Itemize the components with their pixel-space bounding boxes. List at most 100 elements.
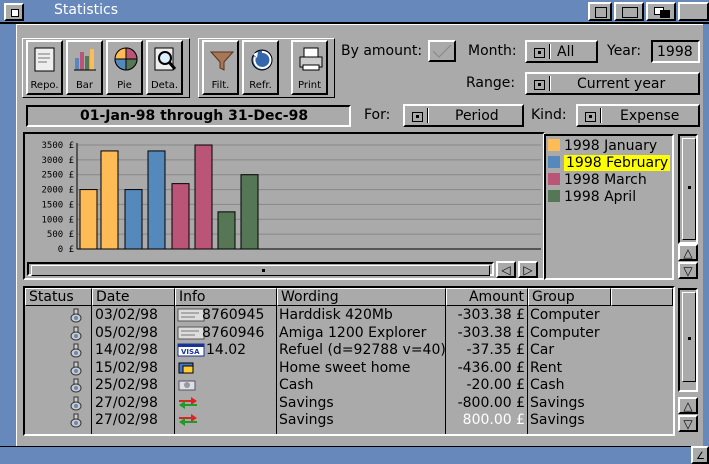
- refresh-button[interactable]: Refr.: [242, 40, 279, 95]
- table-row[interactable]: 25/02/98 Cash -20.00 £ Cash: [25, 377, 673, 394]
- column-header-wording[interactable]: Wording: [277, 288, 446, 306]
- legend-scroll-knob[interactable]: [682, 138, 696, 240]
- legend-panel: 1998 January 1998 February 1998 March 1998 …: [544, 134, 674, 280]
- bar-1998-april[interactable]: [240, 174, 259, 250]
- bar-1998-january[interactable]: [79, 189, 98, 250]
- range-cycle[interactable]: Current year: [525, 72, 700, 95]
- cell-date: 27/02/98: [95, 412, 158, 428]
- bar-1998-march[interactable]: [171, 183, 190, 250]
- legend-item[interactable]: 1998 March: [548, 172, 647, 189]
- cell-group: Computer: [530, 324, 600, 341]
- cell-wording: Cash: [279, 377, 314, 393]
- table-vertical-scrollbar[interactable]: [678, 288, 698, 392]
- depth-button[interactable]: [646, 2, 676, 21]
- date-range-display: 01-Jan-98 through 31-Dec-98: [26, 105, 351, 127]
- table-row[interactable]: 05/02/98 8760946 Amiga 1200 Explorer -303.3…: [25, 325, 673, 342]
- title-bar[interactable]: Statistics: [0, 0, 709, 24]
- cell-date: 03/02/98: [95, 307, 158, 323]
- cell-group: Savings: [530, 412, 585, 428]
- details-label: Deta.: [150, 80, 179, 91]
- cell-info: 8760946: [202, 324, 265, 341]
- range-value: Current year: [577, 76, 666, 92]
- cell-group: Rent: [530, 359, 563, 376]
- back-button[interactable]: [678, 2, 709, 21]
- legend-scroll-down-button[interactable]: ▽: [678, 262, 698, 279]
- y-tick-label: 3000 £: [41, 156, 74, 166]
- transactions-table: Status Date Info Wording Amount Group 03/02/98…: [25, 288, 673, 434]
- bar-1998-march[interactable]: [194, 144, 213, 250]
- legend-label: 1998 February: [564, 155, 671, 171]
- table-row[interactable]: 27/02/98 Savings -800.00 £ Savings: [25, 395, 673, 412]
- column-header-info[interactable]: Info: [175, 288, 277, 306]
- column-header-status[interactable]: Status: [25, 288, 92, 306]
- cell-group: Cash: [530, 377, 565, 393]
- legend-item[interactable]: 1998 February: [548, 155, 671, 172]
- table-row[interactable]: 03/02/98 8760945 Harddisk 420Mb -303.38 £ Co…: [25, 307, 673, 324]
- bar-button[interactable]: Bar: [66, 40, 103, 95]
- cell-date: 27/02/98: [95, 394, 158, 411]
- for-value: Period: [455, 108, 499, 124]
- filter-button[interactable]: Filt.: [202, 40, 239, 95]
- chart-scroll-right-button[interactable]: ▷: [518, 261, 538, 278]
- exchange-arrows-icon: [177, 396, 207, 413]
- month-cycle[interactable]: All: [525, 40, 598, 63]
- resize-gadget[interactable]: ∠: [691, 446, 709, 464]
- year-value: 1998: [657, 44, 693, 60]
- kind-cycle[interactable]: Expense: [576, 104, 700, 127]
- year-input[interactable]: 1998: [651, 40, 700, 63]
- cell-wording: Amiga 1200 Explorer: [279, 324, 427, 341]
- bar-chart-icon: [74, 49, 96, 71]
- iconify-button[interactable]: [588, 2, 612, 21]
- column-header-group[interactable]: Group: [528, 288, 611, 306]
- exchange-arrows-icon: [177, 413, 207, 430]
- cell-amount: -20.00 £: [466, 377, 526, 393]
- legend-item[interactable]: 1998 April: [548, 189, 636, 206]
- checkmark-icon: [432, 44, 452, 58]
- for-cycle[interactable]: Period: [403, 104, 524, 127]
- pie-button[interactable]: Pie: [106, 40, 143, 95]
- report-label: Repo.: [30, 80, 59, 91]
- filter-funnel-icon: [209, 51, 235, 71]
- report-button[interactable]: Repo.: [26, 40, 63, 95]
- cell-amount: -303.38 £: [457, 324, 525, 341]
- status-icon: [69, 325, 83, 342]
- month-label: Month:: [468, 43, 517, 59]
- cell-date: 14/02/98: [95, 342, 158, 358]
- details-button[interactable]: Deta.: [146, 40, 183, 95]
- transfer-icon: [177, 361, 207, 378]
- legend-scroll-up-button[interactable]: △: [678, 244, 698, 261]
- table-row[interactable]: 27/02/98 Savings 800.00 £ Savings: [25, 412, 673, 429]
- cell-info: [206, 360, 276, 377]
- cell-wording: Home sweet home: [279, 359, 411, 376]
- close-button[interactable]: [4, 3, 24, 21]
- cell-info: 8760945: [202, 307, 265, 323]
- window-frame: [0, 24, 16, 450]
- chart-scroll-knob[interactable]: [31, 265, 490, 276]
- legend-swatch: [548, 173, 560, 185]
- legend-item[interactable]: 1998 January: [548, 138, 657, 155]
- legend-vertical-scrollbar[interactable]: [678, 134, 698, 244]
- by-amount-checkbox[interactable]: [428, 40, 456, 62]
- column-header-amount[interactable]: Amount: [446, 288, 528, 306]
- chart-scroll-left-button[interactable]: ◁: [496, 261, 516, 278]
- zoom-button[interactable]: [614, 2, 644, 21]
- bar-1998-february[interactable]: [124, 189, 143, 250]
- month-value: All: [557, 44, 575, 60]
- bar-1998-february[interactable]: [147, 150, 166, 250]
- bar-1998-january[interactable]: [100, 150, 119, 250]
- table-scroll-knob[interactable]: [682, 292, 696, 382]
- table-row[interactable]: 15/02/98 Home sweet home -436.00 £ Rent: [25, 360, 673, 377]
- column-header-date[interactable]: Date: [92, 288, 175, 306]
- table-row[interactable]: 14/02/98 VISA 14.02 Refuel (d=92788 v=40) -3…: [25, 342, 673, 359]
- print-button[interactable]: Print: [291, 40, 328, 95]
- cell-group: Computer: [530, 307, 600, 323]
- cell-wording: Harddisk 420Mb: [279, 307, 393, 323]
- bar-1998-april[interactable]: [217, 211, 236, 250]
- table-scroll-down-button[interactable]: ▽: [678, 415, 698, 432]
- chart-horizontal-scrollbar[interactable]: [27, 262, 494, 276]
- date-range-text: 01-Jan-98 through 31-Dec-98: [80, 108, 309, 124]
- table-scroll-up-button[interactable]: △: [678, 397, 698, 414]
- legend-label: 1998 March: [564, 172, 647, 188]
- kind-value: Expense: [620, 108, 680, 124]
- cell-wording: Refuel (d=92788 v=40): [279, 342, 445, 358]
